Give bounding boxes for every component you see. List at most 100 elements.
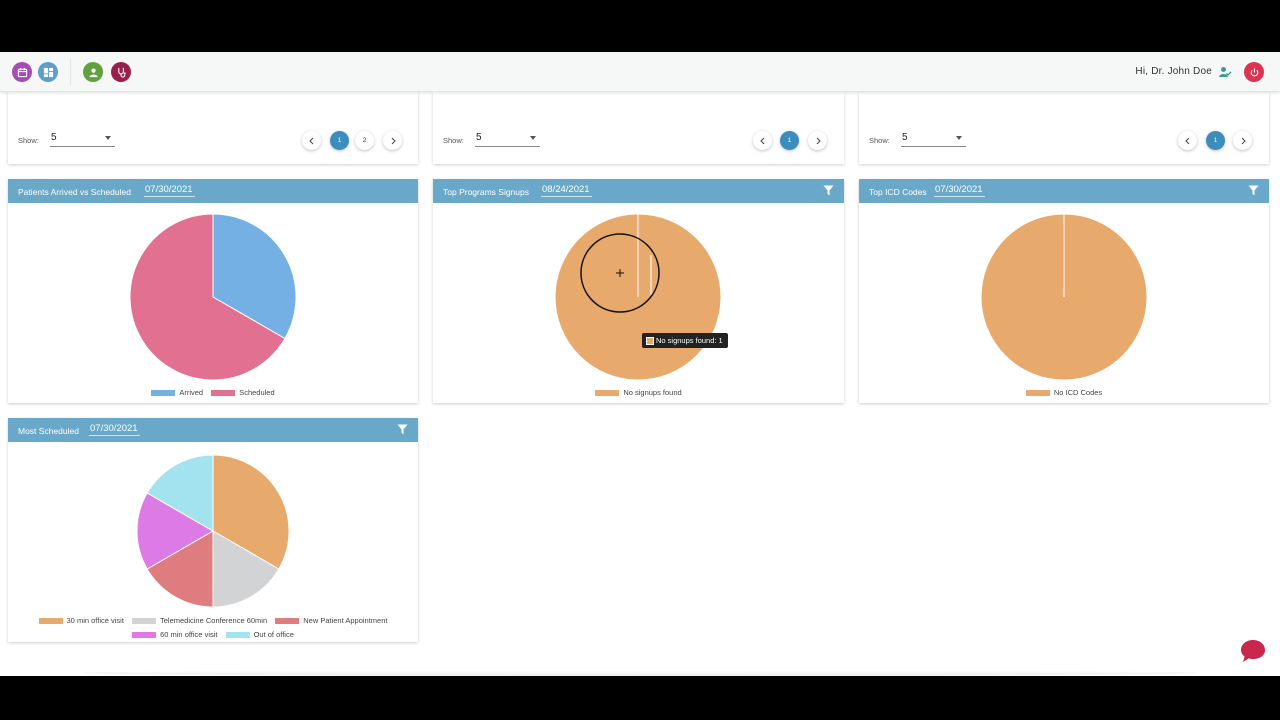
legend-swatch <box>225 632 250 639</box>
legend-swatch <box>275 618 300 625</box>
chart-legend: 30 min office visit Telemedicine Confere… <box>8 614 418 642</box>
chart-tooltip: No signups found: 1 <box>642 333 728 349</box>
user-check-icon[interactable] <box>1218 65 1232 79</box>
most-scheduled-chart-card: Most Scheduled 07/30/2021 30 min office … <box>8 418 418 642</box>
page-button-2[interactable]: 2 <box>355 131 374 150</box>
legend-swatch <box>595 390 620 397</box>
legend-item-arrived[interactable]: Arrived <box>151 388 203 397</box>
stethoscope-button[interactable] <box>111 62 131 82</box>
filter-icon[interactable] <box>823 185 834 196</box>
chart-title: Patients Arrived vs Scheduled <box>18 187 131 197</box>
patients-pie-chart <box>129 213 297 381</box>
logout-button[interactable] <box>1244 62 1264 82</box>
legend-swatch <box>132 632 157 639</box>
topbar-divider <box>70 58 71 86</box>
date-picker[interactable]: 07/30/2021 <box>144 184 195 197</box>
dashboard-button[interactable] <box>38 62 58 82</box>
prev-page-button[interactable] <box>1178 131 1197 150</box>
chart-header: Patients Arrived vs Scheduled 07/30/2021 <box>8 179 418 203</box>
programs-pie-chart <box>554 213 722 381</box>
legend-swatch <box>1025 390 1050 397</box>
chart-title: Most Scheduled <box>18 426 79 436</box>
legend-label: Out of office <box>253 630 294 639</box>
chat-icon[interactable] <box>1240 638 1266 664</box>
icd-chart-card: Top ICD Codes 07/30/2021 No ICD Codes <box>859 179 1269 403</box>
chart-header: Top Programs Signups 08/24/2021 <box>433 179 844 203</box>
chart-header: Most Scheduled 07/30/2021 <box>8 418 418 442</box>
legend-swatch <box>132 618 156 625</box>
legend-label: 60 min office visit <box>160 630 218 639</box>
chevron-left-icon <box>759 137 764 144</box>
legend-item-out-of-office[interactable]: Out of office <box>225 628 294 642</box>
show-select[interactable]: 5 <box>50 132 115 147</box>
chevron-right-icon <box>1241 137 1246 144</box>
prev-page-button[interactable] <box>753 131 772 150</box>
show-value: 5 <box>51 132 57 143</box>
legend-item-scheduled[interactable]: Scheduled <box>211 388 275 397</box>
legend-item-no-signups[interactable]: No signups found <box>595 388 682 397</box>
greeting-text: Hi, Dr. John Doe <box>1135 66 1212 77</box>
most-scheduled-pie-chart <box>136 454 290 608</box>
chart-title: Top Programs Signups <box>443 187 529 197</box>
legend-label: 30 min office visit <box>66 616 124 625</box>
power-icon <box>1250 67 1258 76</box>
tooltip-text: No signups found: 1 <box>656 336 723 345</box>
next-page-button[interactable] <box>808 131 827 150</box>
chart-legend: No ICD Codes <box>859 388 1269 397</box>
tooltip-swatch <box>646 337 654 346</box>
caret-down-icon <box>105 136 111 140</box>
show-label: Show: <box>443 136 464 145</box>
dashboard-icon <box>43 67 53 77</box>
show-select[interactable]: 5 <box>475 132 540 147</box>
legend-label: Telemedicine Conference 60min <box>160 616 268 625</box>
chart-legend: Arrived Scheduled <box>8 388 418 397</box>
bottom-shadow <box>80 670 1200 676</box>
page-button-1[interactable]: 1 <box>1206 131 1225 150</box>
user-badge-button[interactable] <box>83 62 103 82</box>
show-value: 5 <box>476 132 482 143</box>
caret-down-icon <box>530 136 536 140</box>
legend-label: Scheduled <box>239 388 275 397</box>
next-page-button[interactable] <box>383 131 402 150</box>
chevron-right-icon <box>816 137 821 144</box>
show-label: Show: <box>869 136 890 145</box>
top-bar: Hi, Dr. John Doe <box>0 52 1280 92</box>
legend-item-new-patient[interactable]: New Patient Appointment <box>275 614 387 628</box>
chart-legend: No signups found <box>433 388 844 397</box>
legend-swatch <box>151 390 176 397</box>
pager-card-3: Show: 5 1 <box>859 92 1269 164</box>
date-picker[interactable]: 07/30/2021 <box>934 184 985 197</box>
show-select[interactable]: 5 <box>901 132 966 147</box>
legend-item-no-icd[interactable]: No ICD Codes <box>1025 388 1102 397</box>
app-window: Hi, Dr. John Doe Show: 5 1 2 Show: 5 1 S… <box>0 52 1280 676</box>
legend-item-60-min[interactable]: 60 min office visit <box>132 628 217 642</box>
page-button-1[interactable]: 1 <box>330 131 349 150</box>
legend-label: New Patient Appointment <box>303 616 388 625</box>
stethoscope-icon <box>117 67 126 78</box>
filter-icon[interactable] <box>1248 185 1259 196</box>
legend-swatch <box>211 390 236 397</box>
calendar-icon <box>17 67 27 77</box>
user-badge-icon <box>88 68 98 77</box>
date-picker[interactable]: 08/24/2021 <box>541 184 592 197</box>
dashboard-area: Show: 5 1 2 Show: 5 1 Show: 5 1 Patients… <box>0 92 1280 676</box>
legend-item-30-min[interactable]: 30 min office visit <box>38 614 124 628</box>
pager-card-1: Show: 5 1 2 <box>8 92 418 164</box>
patients-chart-card: Patients Arrived vs Scheduled 07/30/2021… <box>8 179 418 403</box>
chart-header: Top ICD Codes 07/30/2021 <box>859 179 1269 203</box>
caret-down-icon <box>956 136 962 140</box>
prev-page-button[interactable] <box>302 131 321 150</box>
page-button-1[interactable]: 1 <box>780 131 799 150</box>
show-value: 5 <box>902 132 908 143</box>
filter-icon[interactable] <box>397 424 408 435</box>
chevron-left-icon <box>308 137 313 144</box>
calendar-button[interactable] <box>12 62 32 82</box>
date-picker[interactable]: 07/30/2021 <box>89 423 140 436</box>
chart-title: Top ICD Codes <box>869 187 927 197</box>
legend-item-telemedicine[interactable]: Telemedicine Conference 60min <box>132 614 267 628</box>
legend-label: Arrived <box>179 388 204 397</box>
pager-card-2: Show: 5 1 <box>433 92 844 164</box>
next-page-button[interactable] <box>1233 131 1252 150</box>
legend-swatch <box>38 618 63 625</box>
programs-chart-card: Top Programs Signups 08/24/2021 No signu… <box>433 179 844 403</box>
